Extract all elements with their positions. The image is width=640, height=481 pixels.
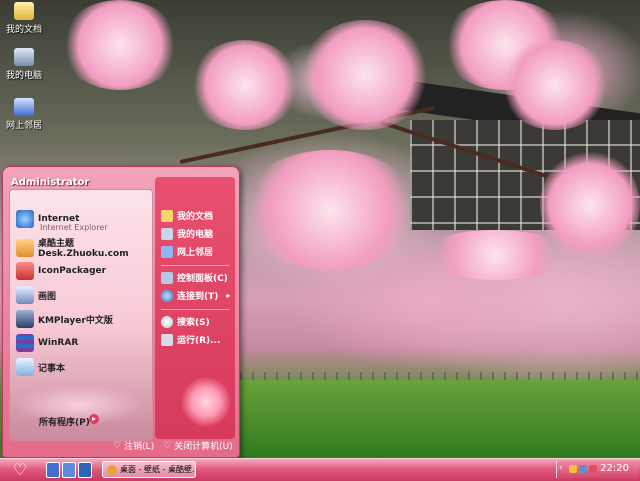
start-menu-places-pane: 我的文档 我的电脑 网上邻居 控制面板(C) 连接到(T) ▸ 搜索(S) 运行… bbox=[155, 177, 235, 439]
desktop-icon-network[interactable]: 网上邻居 bbox=[0, 98, 48, 131]
program-label: IconPackager bbox=[38, 266, 107, 276]
desktop-icon-label: 网上邻居 bbox=[5, 121, 42, 131]
taskbar-window-button[interactable]: 桌面 - 壁纸 - 桌酷壁... bbox=[102, 461, 196, 478]
zhuoku-icon bbox=[16, 238, 34, 257]
search-icon bbox=[161, 315, 173, 328]
connect-icon bbox=[161, 289, 173, 302]
shutdown-button[interactable]: ♡ 关闭计算机(U) bbox=[163, 439, 233, 453]
place-run[interactable]: 运行(R)... bbox=[161, 333, 220, 346]
run-icon bbox=[161, 333, 173, 346]
ie-icon bbox=[16, 210, 34, 228]
start-menu-footer: ♡ 注销(L) ♡ 关闭计算机(U) bbox=[3, 435, 239, 455]
program-winrar[interactable]: WinRAR bbox=[16, 334, 78, 352]
browser-icon bbox=[107, 464, 117, 475]
program-label: 记事本 bbox=[38, 363, 66, 374]
program-iconpackager[interactable]: IconPackager bbox=[16, 262, 106, 280]
place-my-computer[interactable]: 我的电脑 bbox=[161, 227, 213, 240]
places-separator bbox=[161, 265, 229, 266]
wallpaper-blossom bbox=[500, 40, 610, 130]
shutdown-label: 关闭计算机(U) bbox=[174, 442, 233, 452]
place-control-panel[interactable]: 控制面板(C) bbox=[161, 271, 228, 284]
wallpaper-blossom bbox=[190, 40, 300, 130]
folder-icon bbox=[14, 2, 34, 20]
program-label: KMPlayer中文版 bbox=[38, 315, 113, 326]
program-zhuoku[interactable]: 桌酷主题Desk.Zhuoku.com bbox=[16, 236, 152, 259]
start-button[interactable]: ♡ bbox=[6, 460, 34, 480]
start-menu-programs-pane: Internet Internet Explorer 桌酷主题Desk.Zhuo… bbox=[9, 189, 153, 441]
all-programs-arrow-icon: ▸ bbox=[89, 414, 99, 424]
system-tray: ‹ 22:20 bbox=[556, 461, 639, 478]
logoff-label: 注销(L) bbox=[124, 442, 155, 452]
heart-icon: ♡ bbox=[113, 440, 122, 451]
clock[interactable]: 22:20 bbox=[600, 463, 629, 474]
taskbar-window-label: 桌面 - 壁纸 - 桌酷壁... bbox=[120, 465, 195, 474]
wallpaper-blossom bbox=[240, 150, 420, 270]
program-label: 画图 bbox=[38, 291, 57, 302]
documents-icon bbox=[161, 209, 173, 222]
iconpackager-icon bbox=[16, 262, 34, 280]
start-menu-username: Administrator bbox=[11, 177, 90, 188]
all-programs-button[interactable]: 所有程序(P) bbox=[39, 415, 90, 428]
computer-icon bbox=[14, 48, 34, 66]
place-my-documents[interactable]: 我的文档 bbox=[161, 209, 213, 222]
flower-decoration-icon bbox=[181, 377, 231, 427]
wallpaper-blossom bbox=[420, 230, 570, 280]
heart-icon: ♡ bbox=[163, 440, 172, 451]
place-network[interactable]: 网上邻居 bbox=[161, 245, 213, 258]
taskbar: ♡ 桌面 - 壁纸 - 桌酷壁... ‹ 22:20 bbox=[0, 458, 640, 481]
place-search[interactable]: 搜索(S) bbox=[161, 315, 210, 328]
place-label: 运行(R)... bbox=[177, 336, 221, 346]
program-kmplayer[interactable]: KMPlayer中文版 bbox=[16, 310, 113, 328]
control-panel-icon bbox=[161, 271, 173, 284]
logoff-button[interactable]: ♡ 注销(L) bbox=[113, 439, 155, 453]
wallpaper-blossom bbox=[300, 20, 430, 130]
quicklaunch-desktop-icon[interactable] bbox=[46, 462, 60, 478]
place-label: 我的电脑 bbox=[177, 230, 214, 240]
desktop-icon-label: 我的电脑 bbox=[5, 71, 42, 81]
quicklaunch-ie-icon[interactable] bbox=[62, 462, 76, 478]
paint-icon bbox=[16, 286, 34, 304]
program-notepad[interactable]: 记事本 bbox=[16, 358, 65, 376]
tray-app-icon[interactable] bbox=[569, 465, 577, 473]
desktop-icon-label: 我的文档 bbox=[5, 25, 42, 35]
place-label: 我的文档 bbox=[177, 212, 214, 222]
wallpaper-grass bbox=[240, 380, 640, 458]
kmplayer-icon bbox=[16, 310, 34, 328]
place-label: 连接到(T) bbox=[177, 292, 219, 302]
quicklaunch-media-icon[interactable] bbox=[78, 462, 92, 478]
start-menu: Administrator Internet Internet Explorer… bbox=[2, 166, 240, 458]
places-separator bbox=[161, 309, 229, 310]
place-label: 控制面板(C) bbox=[177, 274, 228, 284]
place-connect-to[interactable]: 连接到(T) ▸ bbox=[161, 289, 230, 302]
network-icon bbox=[14, 98, 34, 116]
network-icon bbox=[161, 245, 173, 258]
tray-volume-icon[interactable] bbox=[589, 465, 597, 473]
chevron-right-icon: ▸ bbox=[226, 291, 231, 300]
chevron-left-icon[interactable]: ‹ bbox=[559, 463, 563, 473]
program-label: 桌酷主题Desk.Zhuoku.com bbox=[38, 239, 129, 259]
desktop-icon-my-computer[interactable]: 我的电脑 bbox=[0, 48, 48, 81]
wallpaper-blossom bbox=[60, 0, 180, 90]
program-paint[interactable]: 画图 bbox=[16, 286, 56, 304]
notepad-icon bbox=[16, 358, 34, 376]
place-label: 网上邻居 bbox=[177, 248, 214, 258]
tray-network-icon[interactable] bbox=[579, 465, 587, 473]
computer-icon bbox=[161, 227, 173, 240]
place-label: 搜索(S) bbox=[177, 318, 210, 328]
program-label: WinRAR bbox=[38, 338, 79, 348]
program-sublabel: Internet Explorer bbox=[40, 223, 108, 232]
winrar-icon bbox=[16, 334, 34, 352]
desktop-icon-my-documents[interactable]: 我的文档 bbox=[0, 2, 48, 35]
